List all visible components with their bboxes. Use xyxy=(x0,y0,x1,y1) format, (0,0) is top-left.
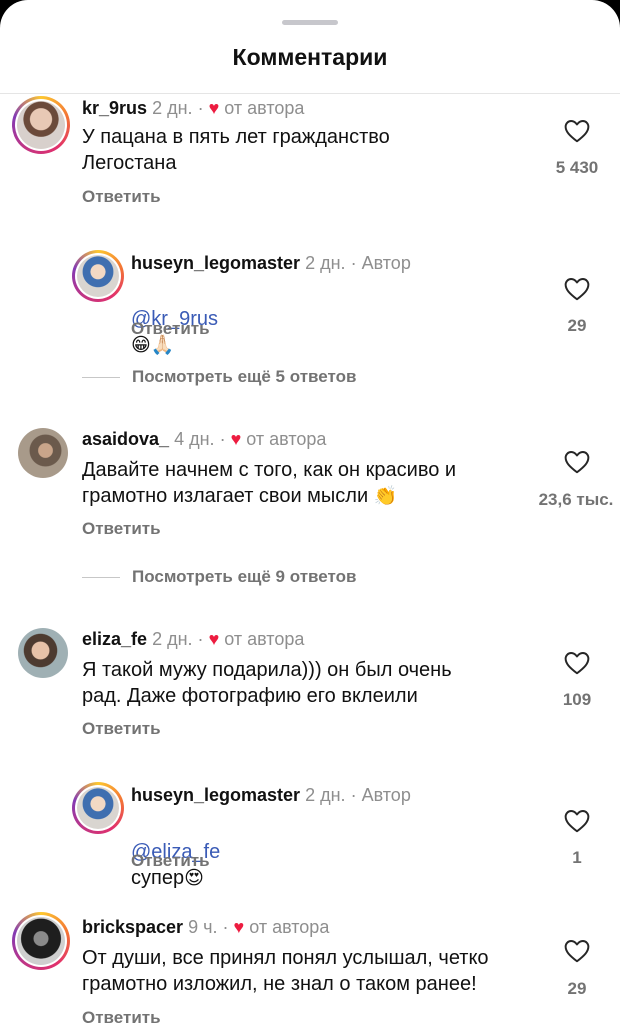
comment-username[interactable]: huseyn_legomaster xyxy=(131,785,300,805)
header-divider xyxy=(0,93,620,94)
like-count: 1 xyxy=(572,848,582,867)
heart-outline-icon[interactable] xyxy=(564,450,590,474)
view-more-replies-button[interactable]: Посмотреть ещё 5 ответов xyxy=(132,367,356,387)
clapping-emoji: 👏 xyxy=(373,485,398,507)
like-count: 29 xyxy=(567,979,587,998)
author-like-badge: от автора xyxy=(224,629,305,649)
heart-outline-icon[interactable] xyxy=(564,277,590,301)
avatar[interactable] xyxy=(72,782,124,834)
heart-filled-icon: ♥ xyxy=(230,429,242,449)
author-like-badge: от автора xyxy=(249,917,330,937)
avatar[interactable] xyxy=(12,912,70,970)
heart-outline-icon[interactable] xyxy=(564,651,590,675)
sheet-title: Комментарии xyxy=(232,44,388,70)
reply-button[interactable]: Ответить xyxy=(82,187,161,207)
author-like-badge: от автора xyxy=(224,98,305,118)
sheet-grabber[interactable] xyxy=(282,20,338,25)
heart-outline-icon[interactable] xyxy=(564,939,590,963)
reply-button[interactable]: Ответить xyxy=(82,1008,161,1028)
reply-button[interactable]: Ответить xyxy=(131,319,210,339)
reply-button[interactable]: Ответить xyxy=(82,519,161,539)
comment-username[interactable]: asaidova_ xyxy=(82,429,169,449)
author-badge: Автор xyxy=(361,253,411,273)
comment-username[interactable]: brickspacer xyxy=(82,917,183,937)
comment-username[interactable]: eliza_fe xyxy=(82,629,147,649)
comment-username[interactable]: huseyn_legomaster xyxy=(131,253,300,273)
author-like-badge: от автора xyxy=(246,429,327,449)
comment-text: У пацана в пять лет гражданство Легостан… xyxy=(82,126,390,174)
heart-filled-icon: ♥ xyxy=(233,917,245,937)
like-count: 23,6 тыс. xyxy=(538,490,614,509)
comment-time: 2 дн. xyxy=(305,785,346,805)
heart-filled-icon: ♥ xyxy=(208,629,220,649)
comment-time: 4 дн. xyxy=(174,429,215,449)
avatar[interactable] xyxy=(72,250,124,302)
like-count: 109 xyxy=(562,690,592,709)
like-count: 5 430 xyxy=(555,158,599,177)
heart-filled-icon: ♥ xyxy=(208,98,220,118)
comment-time: 9 ч. xyxy=(188,917,218,937)
like-count: 29 xyxy=(567,316,587,335)
comment-time: 2 дн. xyxy=(152,629,193,649)
comment-text: Давайте начнем с того, как он красиво и … xyxy=(82,459,457,507)
comment-time: 2 дн. xyxy=(152,98,193,118)
avatar[interactable] xyxy=(18,428,68,478)
author-badge: Автор xyxy=(361,785,411,805)
view-more-line xyxy=(82,377,120,378)
comment-text: Я такой мужу подарила))) он был очень ра… xyxy=(82,659,452,707)
comment-time: 2 дн. xyxy=(305,253,346,273)
reply-button[interactable]: Ответить xyxy=(131,851,210,871)
comments-sheet: Комментарии kr_9rus 2 дн. · ♥ от автора … xyxy=(0,0,620,1030)
comment-text: От души, все принял понял услышал, четко… xyxy=(82,947,489,995)
avatar[interactable] xyxy=(12,96,70,154)
comment-username[interactable]: kr_9rus xyxy=(82,98,147,118)
reply-button[interactable]: Ответить xyxy=(82,719,161,739)
view-more-replies-button[interactable]: Посмотреть ещё 9 ответов xyxy=(132,567,356,587)
avatar[interactable] xyxy=(18,628,68,678)
view-more-line xyxy=(82,577,120,578)
heart-outline-icon[interactable] xyxy=(564,809,590,833)
heart-outline-icon[interactable] xyxy=(564,119,590,143)
